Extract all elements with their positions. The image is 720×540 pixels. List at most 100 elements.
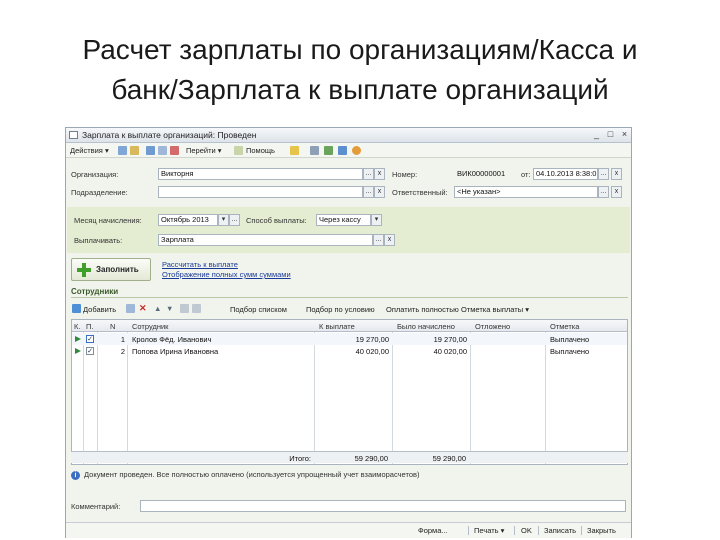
org-clear-button[interactable]: x	[374, 168, 385, 180]
row-mark: Выплачено	[550, 347, 590, 356]
number-field[interactable]: ВИК00000001	[454, 168, 519, 180]
movements-icon[interactable]	[290, 146, 299, 155]
number-label: Номер:	[392, 170, 418, 179]
close-window-button[interactable]: ×	[619, 129, 630, 140]
close-button[interactable]: Закрыть	[587, 526, 616, 535]
structure-icon[interactable]	[234, 146, 243, 155]
mark-payment-menu[interactable]: Отметка выплаты ▾	[461, 304, 529, 315]
save-icon[interactable]	[146, 146, 155, 155]
pick-list-button[interactable]: Подбор списком	[230, 304, 287, 315]
goto-menu[interactable]: Перейти ▾	[186, 145, 222, 156]
list-icon[interactable]	[310, 146, 319, 155]
document-window: Зарплата к выплате организаций: Проведен…	[65, 127, 632, 538]
copy-icon[interactable]	[118, 146, 127, 155]
separator	[468, 526, 469, 535]
dept-field[interactable]	[158, 186, 363, 198]
responsible-select-button[interactable]: ...	[598, 186, 609, 198]
move-down-icon[interactable]: ▼	[166, 303, 173, 314]
pay-all-button[interactable]: Оплатить полностью	[386, 304, 459, 315]
status-info-text: Документ проведен. Все полностью оплачен…	[84, 470, 420, 479]
print-menu[interactable]: Печать ▾	[474, 526, 504, 535]
slide-title: Расчет зарплаты по организациям/Касса и …	[0, 30, 720, 110]
col-header-employee[interactable]: Сотрудник	[132, 322, 168, 331]
comment-field[interactable]	[140, 500, 626, 512]
help-link[interactable]: Помощь	[246, 145, 275, 156]
method-select[interactable]: Через кассу	[316, 214, 371, 226]
pick-condition-button[interactable]: Подбор по условию	[306, 304, 375, 315]
edit-icon[interactable]	[130, 146, 139, 155]
org-select-button[interactable]: ...	[363, 168, 374, 180]
method-label: Способ выплаты:	[246, 216, 307, 225]
table-icon[interactable]	[324, 146, 333, 155]
dept-clear-button[interactable]: x	[374, 186, 385, 198]
slide-title-line-2: банк/Зарплата к выплате организаций	[111, 74, 609, 105]
copy-row-icon[interactable]	[126, 304, 135, 313]
date-clear-button[interactable]: x	[611, 168, 622, 180]
row-accrued: 19 270,00	[433, 335, 467, 344]
actions-menu[interactable]: Действия ▾	[70, 145, 109, 156]
dept-label: Подразделение:	[71, 188, 128, 197]
comment-label: Комментарий:	[71, 502, 121, 511]
fill-button[interactable]: Заполнить	[71, 258, 151, 281]
org-field[interactable]: Викторня	[158, 168, 363, 180]
row-to-pay: 40 020,00	[355, 347, 389, 356]
post-icon[interactable]	[158, 146, 167, 155]
delete-row-icon[interactable]: ✕	[139, 303, 147, 314]
row-checkbox[interactable]: ✓	[86, 347, 94, 355]
pay-field[interactable]: Зарплата	[158, 234, 373, 246]
employees-table: К. П. N Сотрудник К выплате Было начисле…	[71, 319, 628, 465]
date-picker-button[interactable]: ...	[598, 168, 609, 180]
sort-asc-icon[interactable]	[180, 304, 189, 313]
totals-label: Итого:	[289, 454, 311, 463]
help-icon[interactable]	[352, 146, 361, 155]
row-indicator-icon	[75, 348, 81, 354]
col-header-to-pay[interactable]: К выплате	[319, 322, 355, 331]
separator	[538, 526, 539, 535]
plus-icon	[76, 262, 92, 278]
ok-button[interactable]: OK	[521, 526, 532, 535]
move-up-icon[interactable]: ▲	[154, 303, 161, 314]
row-mark: Выплачено	[550, 335, 590, 344]
month-select-button[interactable]: ...	[229, 214, 240, 226]
row-checkbox[interactable]: ✓	[86, 335, 94, 343]
responsible-clear-button[interactable]: x	[611, 186, 622, 198]
totals-row: Итого: 59 290,00 59 290,00	[71, 451, 628, 463]
org-label: Организация:	[71, 170, 119, 179]
pay-select-button[interactable]: ...	[373, 234, 384, 246]
window-titlebar: Зарплата к выплате организаций: Проведен…	[66, 128, 631, 143]
month-stepper[interactable]: ▾	[218, 214, 229, 226]
date-field[interactable]: 04.10.2013 8:38:0	[533, 168, 598, 180]
maximize-button[interactable]: □	[605, 129, 616, 140]
calc-link[interactable]: Рассчитать к выплате	[162, 260, 238, 269]
bottom-bar: Форма... Печать ▾ OK Записать Закрыть	[66, 522, 631, 538]
pay-clear-button[interactable]: x	[384, 234, 395, 246]
table-row[interactable]: ✓ 1 Кролов Фёд. Иванович 19 270,00 19 27…	[72, 333, 627, 345]
col-header-mark[interactable]: Отметка	[550, 322, 579, 331]
refresh-icon[interactable]	[338, 146, 347, 155]
col-header-accrued[interactable]: Было начислено	[397, 322, 455, 331]
month-field[interactable]: Октябрь 2013	[158, 214, 218, 226]
fill-button-label: Заполнить	[96, 265, 139, 274]
row-to-pay: 19 270,00	[355, 335, 389, 344]
col-header-p[interactable]: П.	[86, 322, 93, 331]
responsible-field[interactable]: <Не указан>	[454, 186, 598, 198]
col-header-k[interactable]: К.	[74, 322, 80, 331]
sort-desc-icon[interactable]	[192, 304, 201, 313]
add-row-button[interactable]: Добавить	[83, 304, 116, 315]
minimize-button[interactable]: _	[591, 129, 602, 140]
date-from-label: от:	[521, 170, 531, 179]
row-accrued: 40 020,00	[433, 347, 467, 356]
table-row[interactable]: ✓ 2 Попова Ирина Ивановна 40 020,00 40 0…	[72, 345, 627, 357]
form-button[interactable]: Форма...	[418, 526, 448, 535]
col-header-deferred[interactable]: Отложено	[475, 322, 510, 331]
slide-title-line-1: Расчет зарплаты по организациям/Касса и	[82, 34, 638, 65]
dept-select-button[interactable]: ...	[363, 186, 374, 198]
save-button[interactable]: Записать	[544, 526, 576, 535]
unpost-icon[interactable]	[170, 146, 179, 155]
col-header-n[interactable]: N	[110, 322, 115, 331]
add-row-icon[interactable]	[72, 304, 81, 313]
pay-label: Выплачивать:	[74, 236, 123, 245]
method-dropdown-button[interactable]: ▾	[371, 214, 382, 226]
display-link[interactable]: Отображение полных сумм суммами	[162, 270, 291, 279]
main-toolbar: Действия ▾ Перейти ▾ Помощь	[66, 143, 631, 158]
